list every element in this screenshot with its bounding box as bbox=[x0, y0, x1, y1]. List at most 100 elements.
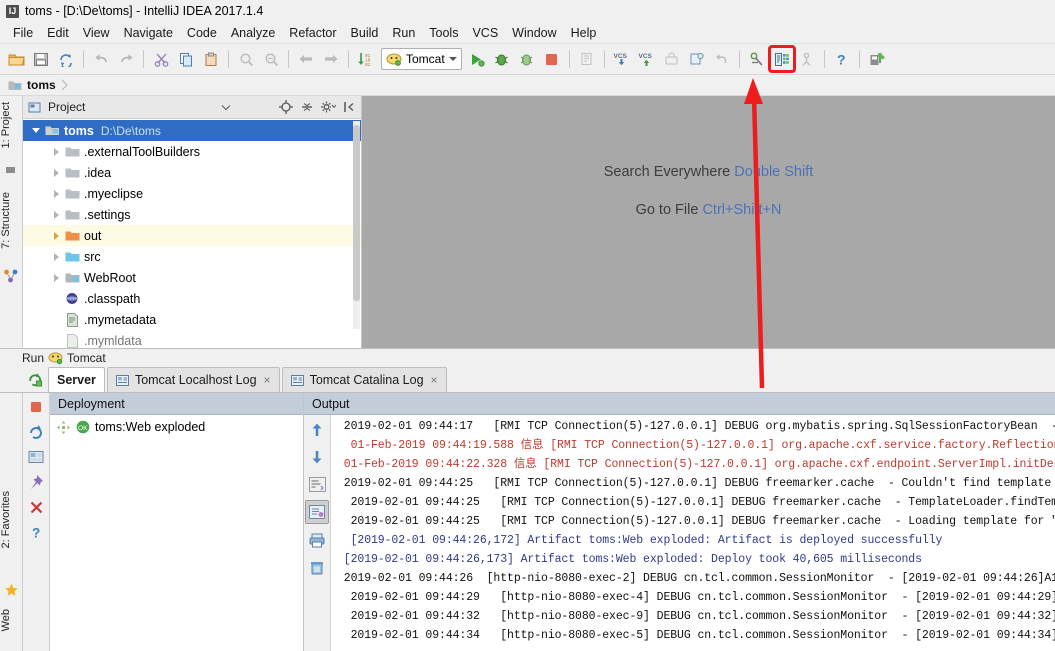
tree-node-src[interactable]: src bbox=[23, 246, 361, 267]
database-icon[interactable] bbox=[865, 47, 889, 71]
sidebar-item-web[interactable]: Web bbox=[0, 609, 22, 631]
breadcrumb[interactable]: toms bbox=[27, 78, 56, 92]
tree-node-webroot[interactable]: WebRoot bbox=[23, 267, 361, 288]
menu-file[interactable]: File bbox=[6, 24, 40, 42]
tab-tomcat-localhost-log[interactable]: Tomcat Localhost Log × bbox=[106, 367, 280, 392]
stop-button[interactable] bbox=[540, 47, 564, 71]
replace-icon[interactable] bbox=[259, 47, 283, 71]
chevron-down-icon[interactable] bbox=[29, 126, 43, 135]
close-icon[interactable]: × bbox=[431, 373, 438, 387]
cut-icon[interactable] bbox=[149, 47, 173, 71]
move-handle-icon[interactable] bbox=[56, 420, 71, 435]
tab-server[interactable]: Server bbox=[48, 367, 105, 392]
chevron-down-icon[interactable] bbox=[218, 99, 234, 115]
sidebar-item-favorites[interactable]: 2: Favorites bbox=[0, 491, 22, 548]
collapse-all-icon[interactable] bbox=[299, 99, 315, 115]
tree-node-classpath[interactable]: .classpath bbox=[23, 288, 361, 309]
menu-code[interactable]: Code bbox=[180, 24, 224, 42]
scroll-down-icon[interactable] bbox=[306, 446, 328, 468]
close-icon[interactable]: × bbox=[264, 373, 271, 387]
scroll-to-end-icon[interactable] bbox=[305, 500, 329, 524]
menu-tools[interactable]: Tools bbox=[422, 24, 465, 42]
forward-icon[interactable] bbox=[319, 47, 343, 71]
back-icon[interactable] bbox=[294, 47, 318, 71]
vcs-history-icon[interactable] bbox=[660, 47, 684, 71]
menu-vcs[interactable]: VCS bbox=[465, 24, 505, 42]
chevron-right-icon[interactable] bbox=[49, 231, 63, 241]
menu-help[interactable]: Help bbox=[564, 24, 604, 42]
chevron-right-icon[interactable] bbox=[49, 147, 63, 157]
tree-node-toms[interactable]: toms D:\De\toms bbox=[23, 120, 361, 141]
menu-build[interactable]: Build bbox=[344, 24, 386, 42]
layout-icon[interactable] bbox=[25, 446, 47, 468]
menu-navigate[interactable]: Navigate bbox=[117, 24, 180, 42]
rerun-icon[interactable] bbox=[22, 367, 48, 392]
close-icon[interactable] bbox=[25, 496, 47, 518]
dump-threads-icon[interactable] bbox=[575, 47, 599, 71]
help-icon[interactable]: ? bbox=[25, 521, 47, 543]
run-button[interactable] bbox=[465, 47, 489, 71]
tab-tomcat-catalina-log[interactable]: Tomcat Catalina Log × bbox=[281, 367, 447, 392]
trash-icon[interactable] bbox=[306, 556, 328, 578]
menu-refactor[interactable]: Refactor bbox=[282, 24, 343, 42]
tomcat-icon bbox=[48, 351, 63, 364]
debug-button[interactable] bbox=[490, 47, 514, 71]
tree-node-external-tool-builders[interactable]: .externalToolBuilders bbox=[23, 141, 361, 162]
copy-icon[interactable] bbox=[174, 47, 198, 71]
run-configuration-selector[interactable]: Tomcat bbox=[381, 48, 462, 70]
menu-view[interactable]: View bbox=[76, 24, 117, 42]
save-all-icon[interactable] bbox=[29, 47, 53, 71]
tree-scrollbar-thumb[interactable] bbox=[353, 125, 360, 301]
chevron-right-icon[interactable] bbox=[49, 189, 63, 199]
scroll-up-icon[interactable] bbox=[306, 419, 328, 441]
tree-node-idea[interactable]: .idea bbox=[23, 162, 361, 183]
vcs-update-icon[interactable]: VCS bbox=[610, 47, 634, 71]
tree-node-mymetadata[interactable]: .mymetadata bbox=[23, 309, 361, 330]
vcs-commit-icon[interactable]: VCS bbox=[635, 47, 659, 71]
tree-node-mymldata[interactable]: .mymldata bbox=[23, 330, 361, 350]
print-icon[interactable] bbox=[306, 529, 328, 551]
sidebar-item-structure[interactable]: 7: Structure bbox=[0, 192, 22, 249]
chevron-right-icon[interactable] bbox=[49, 252, 63, 262]
window-title: toms - [D:\De\toms] - IntelliJ IDEA 2017… bbox=[25, 4, 264, 18]
find-icon[interactable] bbox=[234, 47, 258, 71]
menu-window[interactable]: Window bbox=[505, 24, 563, 42]
undo-icon[interactable] bbox=[89, 47, 113, 71]
sync-icon[interactable] bbox=[54, 47, 78, 71]
folder-blue-icon bbox=[63, 251, 81, 263]
menu-run[interactable]: Run bbox=[385, 24, 422, 42]
compile-icon[interactable]: 01 10 01 bbox=[354, 47, 378, 71]
settings-sync-icon[interactable] bbox=[745, 47, 769, 71]
soft-wrap-icon[interactable] bbox=[306, 473, 328, 495]
sidebar-item-project[interactable]: 1: Project bbox=[0, 102, 22, 148]
chevron-right-icon[interactable] bbox=[49, 273, 63, 283]
chevron-right-icon[interactable] bbox=[49, 168, 63, 178]
rerun-icon[interactable] bbox=[25, 421, 47, 443]
hide-panel-icon[interactable] bbox=[341, 99, 357, 115]
deployment-row[interactable]: OK toms:Web exploded bbox=[50, 415, 303, 439]
help-icon[interactable]: ? bbox=[830, 47, 854, 71]
redo-icon[interactable] bbox=[114, 47, 138, 71]
vcs-diff-icon[interactable] bbox=[685, 47, 709, 71]
profile-icon[interactable] bbox=[795, 47, 819, 71]
locate-file-icon[interactable] bbox=[278, 99, 294, 115]
tree-node-out[interactable]: out bbox=[23, 225, 361, 246]
console-output[interactable]: 2019-02-01 09:44:17 [RMI TCP Connection(… bbox=[331, 415, 1055, 651]
edit-configurations-icon[interactable] bbox=[767, 45, 796, 73]
chevron-right-icon[interactable] bbox=[49, 210, 63, 220]
vcs-revert-icon[interactable] bbox=[710, 47, 734, 71]
tree-node-settings[interactable]: .settings bbox=[23, 204, 361, 225]
menu-edit[interactable]: Edit bbox=[40, 24, 76, 42]
gear-icon[interactable] bbox=[320, 99, 336, 115]
paste-icon[interactable] bbox=[199, 47, 223, 71]
deployment-column-header: Deployment bbox=[50, 393, 303, 415]
tree-node-myeclipse[interactable]: .myeclipse bbox=[23, 183, 361, 204]
run-coverage-button[interactable] bbox=[515, 47, 539, 71]
menu-analyze[interactable]: Analyze bbox=[224, 24, 282, 42]
editor-empty-area[interactable]: Search Everywhere Double Shift Go to Fil… bbox=[362, 96, 1055, 350]
open-folder-icon[interactable] bbox=[4, 47, 28, 71]
pin-icon[interactable] bbox=[25, 471, 47, 493]
chevron-down-icon[interactable] bbox=[448, 57, 457, 61]
project-tree[interactable]: toms D:\De\toms .externalToolBuilders .i… bbox=[23, 119, 361, 350]
stop-icon[interactable] bbox=[25, 396, 47, 418]
